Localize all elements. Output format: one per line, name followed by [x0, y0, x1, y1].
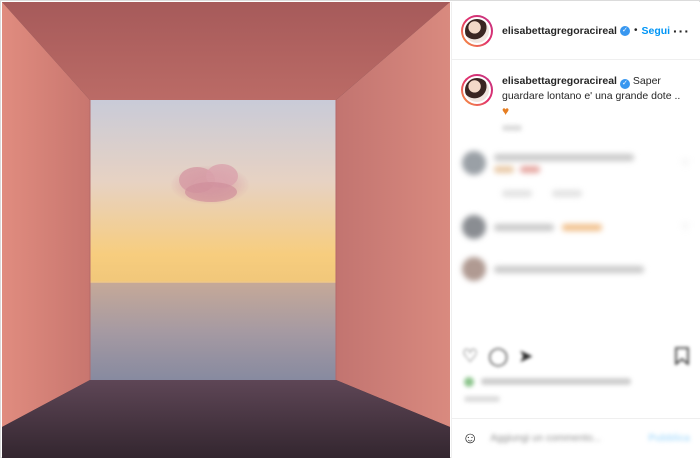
bookmark-icon[interactable]: [674, 347, 690, 365]
smiley-icon[interactable]: ☺: [462, 430, 478, 448]
caption-timestamp-blurred: [502, 124, 700, 133]
post-date-blurred: [464, 395, 500, 404]
comment-row-blurred: ♡: [452, 145, 700, 181]
caption-verified-badge-icon: ✓: [619, 79, 630, 89]
verified-badge-icon: ✓: [619, 25, 630, 36]
post-header: elisabettagregoracireal ✓ • Segui ···: [452, 2, 700, 60]
post-sidebar: elisabettagregoracireal ✓ • Segui ··· el…: [451, 2, 700, 458]
commenter-avatar: [462, 215, 486, 239]
likes-count-blurred[interactable]: [464, 376, 631, 387]
caption-username[interactable]: elisabettagregoracireal: [502, 75, 617, 87]
comment-input[interactable]: [490, 433, 641, 444]
comment-like-icon[interactable]: ♡: [681, 158, 690, 169]
separator-dot: •: [633, 25, 638, 36]
comment-icon[interactable]: ◯: [488, 346, 508, 367]
instagram-post: elisabettagregoracireal ✓ • Segui ··· el…: [0, 0, 700, 458]
post-caption: elisabettagregoracireal ✓ Saper guardare …: [452, 60, 700, 118]
post-actions: ♡ ◯ ➤: [452, 340, 700, 372]
caption-avatar[interactable]: [461, 74, 493, 106]
like-heart-icon[interactable]: ♡: [462, 346, 478, 367]
add-comment-bar: ☺ Pubblica: [452, 418, 700, 458]
more-options-icon[interactable]: ···: [673, 23, 690, 39]
post-image[interactable]: [2, 2, 450, 458]
author-username[interactable]: elisabettagregoracireal: [502, 25, 617, 37]
orange-heart-emoji: ♥: [502, 104, 510, 118]
publish-button[interactable]: Pubblica: [648, 433, 690, 444]
commenter-avatar: [462, 151, 486, 175]
comment-like-icon[interactable]: ♡: [681, 222, 690, 233]
comment-meta-blurred: [452, 181, 700, 205]
comment-row-blurred: [452, 249, 700, 289]
artwork-room-with-cloud: [2, 2, 450, 458]
commenter-avatar: [462, 257, 486, 281]
comment-row-blurred: ♡: [452, 205, 700, 249]
author-avatar[interactable]: [461, 14, 493, 47]
share-icon[interactable]: ➤: [518, 346, 533, 367]
follow-button[interactable]: Segui: [642, 25, 671, 37]
